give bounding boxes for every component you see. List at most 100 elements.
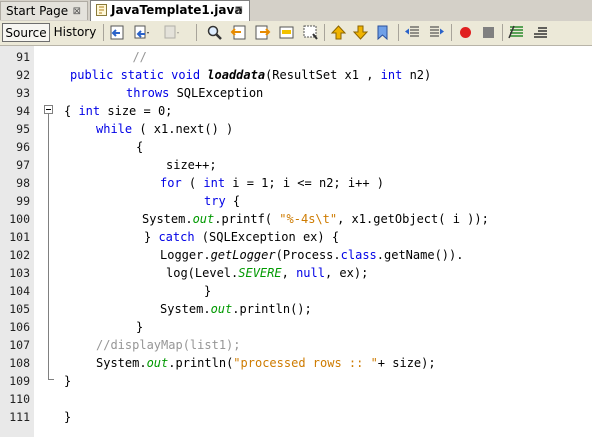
- code-line: }: [204, 282, 211, 300]
- next-bookmark-icon[interactable]: [352, 24, 369, 41]
- code-line: //displayMap(list1);: [96, 336, 241, 354]
- line-number: 95: [16, 122, 30, 136]
- close-tab-icon[interactable]: ⊠: [73, 2, 81, 21]
- editor-tab-strip: Start Page ⊠ JavaTemplate1.java ⊠: [0, 0, 592, 22]
- code-token: size = 0;: [100, 104, 173, 118]
- code-token: int: [203, 176, 226, 190]
- fold-toggle-icon[interactable]: [44, 105, 53, 114]
- toggle-highlight-icon[interactable]: [278, 24, 295, 41]
- back-icon[interactable]: [133, 24, 150, 41]
- toolbar-separator: [398, 24, 399, 41]
- code-line: size++;: [166, 156, 217, 174]
- line-number: 102: [9, 248, 30, 262]
- line-number: 100: [9, 212, 30, 226]
- code-token: Logger.: [160, 248, 211, 262]
- code-token: SQLException: [176, 86, 264, 100]
- stop-macro-icon[interactable]: [480, 24, 497, 41]
- line-number: 101: [9, 230, 30, 244]
- code-token: System.: [96, 356, 147, 370]
- comment-icon[interactable]: [508, 24, 525, 41]
- code-token: }: [64, 374, 72, 388]
- toggle-rect-select-icon[interactable]: [302, 24, 319, 41]
- code-token: (ResultSet x1 ,: [265, 68, 381, 82]
- tab-start-page[interactable]: Start Page ⊠: [0, 1, 88, 20]
- code-token: .printf(: [214, 212, 280, 226]
- toggle-bookmark-icon[interactable]: [374, 24, 391, 41]
- java-file-icon: [96, 3, 107, 16]
- code-token: out: [192, 212, 215, 226]
- source-button[interactable]: Source: [2, 23, 50, 42]
- line-number: 109: [9, 374, 30, 388]
- code-token: try: [204, 194, 226, 208]
- line-number: 106: [9, 320, 30, 334]
- code-line: while ( x1.next() ): [96, 120, 233, 138]
- code-editor[interactable]: // public static void loaddata(ResultSet …: [54, 46, 592, 437]
- line-number: 108: [9, 356, 30, 370]
- code-line: public static void loaddata(ResultSet x1…: [70, 66, 431, 84]
- history-button[interactable]: History: [52, 23, 98, 42]
- code-token: null: [296, 266, 325, 280]
- code-token: ,: [281, 266, 297, 280]
- code-token: (SQLException ex) {: [194, 230, 340, 244]
- code-token: out: [146, 356, 169, 370]
- code-token: SEVERE: [238, 266, 282, 280]
- code-line: Logger.getLogger(Process.class.getName()…: [160, 246, 463, 264]
- code-token: .getName()).: [376, 248, 464, 262]
- find-next-icon[interactable]: [254, 24, 271, 41]
- toolbar-separator: [451, 24, 452, 41]
- code-token: }: [204, 284, 212, 298]
- code-line: System.out.println();: [160, 300, 312, 318]
- line-number: 104: [9, 284, 30, 298]
- code-line: }: [64, 408, 71, 426]
- code-token: loaddata: [207, 68, 266, 82]
- find-previous-icon[interactable]: [230, 24, 247, 41]
- code-token: (Process.: [275, 248, 341, 262]
- code-token: {: [225, 194, 241, 208]
- code-token: class: [340, 248, 377, 262]
- fold-guide: [48, 114, 49, 379]
- code-line: for ( int i = 1; i <= n2; i++ ): [160, 174, 384, 192]
- line-number: 111: [9, 410, 30, 424]
- code-token: System.: [160, 302, 211, 316]
- shift-right-icon[interactable]: [428, 24, 445, 41]
- previous-bookmark-icon[interactable]: [330, 24, 347, 41]
- toolbar-separator: [103, 24, 104, 41]
- code-line: } catch (SQLException ex) {: [144, 228, 339, 246]
- code-token: "processed rows :: ": [233, 356, 378, 370]
- code-line: throws SQLException: [126, 84, 263, 102]
- start-macro-icon[interactable]: [457, 24, 474, 41]
- shift-left-icon[interactable]: [404, 24, 421, 41]
- line-number: 98: [16, 176, 30, 190]
- close-tab-icon[interactable]: ⊠: [235, 1, 243, 20]
- toolbar-separator: [502, 24, 503, 41]
- code-token: out: [210, 302, 233, 316]
- code-line: {: [136, 138, 143, 156]
- line-number: 91: [16, 50, 30, 64]
- code-token: public static void: [70, 68, 208, 82]
- code-token: //: [118, 50, 147, 64]
- code-token: (: [181, 176, 204, 190]
- find-icon[interactable]: [206, 24, 223, 41]
- line-number: 92: [16, 68, 30, 82]
- uncomment-icon[interactable]: [532, 24, 549, 41]
- code-token: System.: [142, 212, 193, 226]
- code-token: {: [136, 140, 144, 154]
- editor-toolbar: Source History: [0, 21, 592, 46]
- forward-icon[interactable]: [163, 24, 180, 41]
- code-line: System.out.printf( "%-4s\t", x1.getObjec…: [142, 210, 489, 228]
- code-token: catch: [158, 230, 195, 244]
- code-line: System.out.println("processed rows :: "+…: [96, 354, 436, 372]
- line-number: 94: [16, 104, 30, 118]
- tab-javatemplate1[interactable]: JavaTemplate1.java ⊠: [90, 0, 250, 21]
- code-line: try {: [204, 192, 240, 210]
- line-number: 103: [9, 266, 30, 280]
- code-token: n2): [402, 68, 432, 82]
- code-token: .println(: [168, 356, 234, 370]
- last-edit-icon[interactable]: [109, 24, 126, 41]
- code-token: , ex);: [324, 266, 369, 280]
- code-token: log(Level.: [166, 266, 239, 280]
- code-token: }: [136, 320, 144, 334]
- code-token: }: [144, 230, 159, 244]
- line-number: 96: [16, 140, 30, 154]
- code-line: //: [118, 48, 147, 66]
